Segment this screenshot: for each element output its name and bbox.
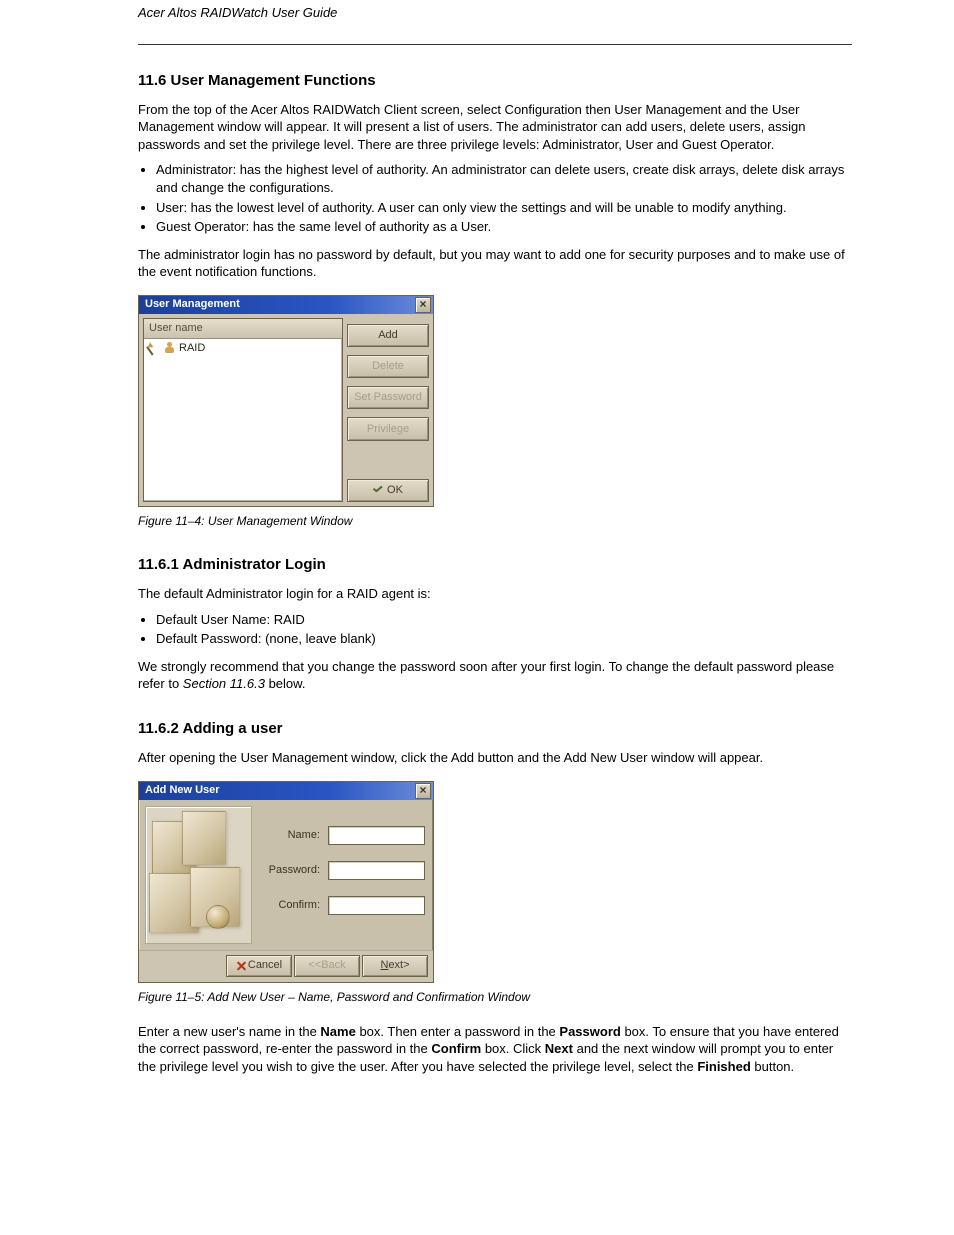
bold-finished: Finished: [697, 1059, 750, 1074]
password-label: Password:: [258, 863, 320, 878]
bullet-default-password: Default Password: (none, leave blank): [156, 630, 852, 648]
um-user-list[interactable]: User name RAID: [143, 318, 343, 502]
ok-button-label: OK: [387, 483, 403, 498]
section-11-6-2-p2: Enter a new user's name in the Name box.…: [138, 1023, 852, 1076]
anu-title-text: Add New User: [145, 783, 220, 798]
um-list-item[interactable]: RAID: [144, 339, 342, 358]
ok-button[interactable]: OK: [347, 479, 429, 502]
password-field[interactable]: [328, 861, 425, 880]
section-link: Section 11.6.3: [183, 676, 265, 691]
privilege-button: Privilege: [347, 417, 429, 440]
bold-confirm: Confirm: [431, 1041, 481, 1056]
um-button-column: Add Delete Set Password Privilege OK: [347, 318, 429, 502]
bullet-admin: Administrator: has the highest level of …: [156, 161, 852, 196]
um-titlebar: User Management ×: [139, 296, 433, 314]
p3d: box. Click: [481, 1041, 545, 1056]
section-11-6-p2: The administrator login has no password …: [138, 246, 852, 281]
set-password-button: Set Password: [347, 386, 429, 409]
section-11-6-1-title: 11.6.1 Administrator Login: [138, 555, 852, 575]
add-button[interactable]: Add: [347, 324, 429, 347]
anu-fields: Name: Password: Confirm:: [258, 800, 433, 950]
anu-titlebar: Add New User ×: [139, 782, 433, 800]
bold-next: Next: [545, 1041, 573, 1056]
next-rest: ext>: [388, 958, 409, 973]
bold-password: Password: [559, 1024, 620, 1039]
wizard-graphic: [145, 806, 252, 944]
figure-11-5: Add New User × Name: Passw: [138, 781, 852, 983]
p3b: box. Then enter a password in the: [356, 1024, 560, 1039]
p3a: Enter a new user's name in the: [138, 1024, 320, 1039]
bold-name: Name: [320, 1024, 355, 1039]
section-11-6-1-p1: The default Administrator login for a RA…: [138, 585, 852, 603]
section-11-6-2-title: 11.6.2 Adding a user: [138, 719, 852, 739]
figure-11-5-caption: Figure 11–5: Add New User – Name, Passwo…: [138, 989, 852, 1005]
next-button[interactable]: Next>: [362, 955, 428, 977]
delete-button: Delete: [347, 355, 429, 378]
bullet-guest: Guest Operator: has the same level of au…: [156, 218, 852, 236]
next-underline-letter: N: [380, 958, 388, 973]
pencil-icon: [146, 340, 162, 355]
close-icon[interactable]: ×: [415, 783, 431, 799]
p3f: button.: [751, 1059, 794, 1074]
confirm-field[interactable]: [328, 896, 425, 915]
section-11-6-2-p1: After opening the User Management window…: [138, 749, 852, 767]
check-icon: [373, 486, 384, 495]
um-title-text: User Management: [145, 297, 240, 312]
figure-11-4: User Management × User name RAID Add Del…: [138, 295, 852, 507]
bullet-user: User: has the lowest level of authority.…: [156, 199, 852, 217]
p2b: below.: [265, 676, 305, 691]
section-11-6-bullets: Administrator: has the highest level of …: [156, 161, 852, 235]
page-header: Acer Altos RAIDWatch User Guide: [138, 4, 852, 22]
um-column-header: User name: [144, 319, 342, 339]
cancel-button[interactable]: Cancel: [226, 955, 292, 977]
name-field[interactable]: [328, 826, 425, 845]
anu-footer: Cancel <<Back Next>: [139, 950, 433, 982]
back-button: <<Back: [294, 955, 360, 977]
person-icon: [164, 342, 175, 353]
um-row-raid-label: RAID: [179, 341, 205, 356]
header-rule: [138, 44, 852, 45]
section-11-6-p1: From the top of the Acer Altos RAIDWatch…: [138, 101, 852, 154]
section-11-6-1-bullets: Default User Name: RAID Default Password…: [156, 611, 852, 648]
figure-11-4-caption: Figure 11–4: User Management Window: [138, 513, 852, 529]
x-icon: [236, 961, 245, 970]
cancel-button-label: Cancel: [248, 958, 282, 973]
section-11-6-1-p2: We strongly recommend that you change th…: [138, 658, 852, 693]
add-new-user-dialog: Add New User × Name: Passw: [138, 781, 434, 983]
close-icon[interactable]: ×: [415, 297, 431, 313]
confirm-label: Confirm:: [258, 898, 320, 913]
name-label: Name:: [258, 828, 320, 843]
section-11-6-title: 11.6 User Management Functions: [138, 71, 852, 91]
bullet-default-username: Default User Name: RAID: [156, 611, 852, 629]
user-management-dialog: User Management × User name RAID Add Del…: [138, 295, 434, 507]
